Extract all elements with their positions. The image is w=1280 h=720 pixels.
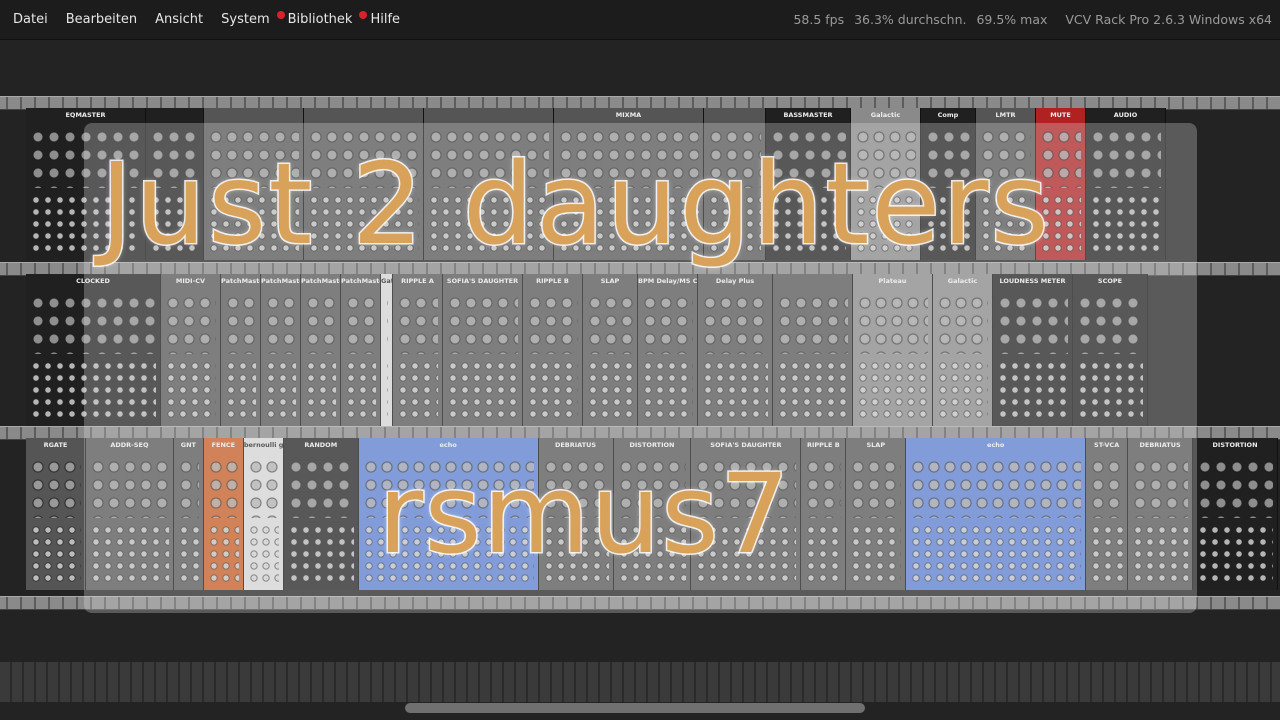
- module-name: Galactic: [870, 111, 901, 119]
- menu-datei[interactable]: Datei: [0, 0, 57, 40]
- notification-dot-icon: [276, 10, 285, 19]
- module-name: MIXMA: [615, 111, 642, 119]
- version-label: VCV Rack Pro 2.6.3 Windows x64: [1065, 12, 1272, 27]
- menu-system[interactable]: System: [212, 0, 278, 40]
- menu-bar: Datei Bearbeiten Ansicht System Biblioth…: [0, 0, 1280, 40]
- module-name: RGATE: [43, 441, 68, 449]
- notification-dot-icon: [359, 10, 368, 19]
- module-knobs[interactable]: [30, 458, 81, 518]
- menu-bearbeiten[interactable]: Bearbeiten: [57, 0, 146, 40]
- horizontal-scrollbar[interactable]: [405, 703, 865, 713]
- cpu-max-readout: 69.5% max: [976, 12, 1048, 27]
- overlay-title: Just 2 daughters: [99, 139, 1051, 272]
- menu-bibliothek[interactable]: Bibliothek: [276, 0, 362, 40]
- module-name: AUDIO: [1113, 111, 1138, 119]
- status-readout: 58.5 fps 36.3% durchschn. 69.5% max VCV …: [787, 0, 1272, 40]
- module-row3-15[interactable]: DISTORTION: [1193, 438, 1278, 590]
- module-name: BASSMASTER: [783, 111, 833, 119]
- module-name: Comp: [937, 111, 959, 119]
- module-knobs[interactable]: [1197, 458, 1273, 518]
- menu-ansicht[interactable]: Ansicht: [146, 0, 212, 40]
- rack-empty-rows: [0, 662, 1280, 702]
- menu-hilfe[interactable]: Hilfe: [359, 0, 409, 40]
- module-name: MUTE: [1050, 111, 1071, 119]
- module-name: EQMASTER: [65, 111, 106, 119]
- cpu-average-readout: 36.3% durchschn.: [854, 12, 967, 27]
- module-jacks[interactable]: [1197, 524, 1273, 584]
- overlay-author: rsmus7: [377, 449, 792, 580]
- module-name: LMTR: [995, 111, 1016, 119]
- module-name: DISTORTION: [1212, 441, 1258, 449]
- module-row3-0[interactable]: RGATE: [26, 438, 86, 590]
- module-jacks[interactable]: [30, 524, 81, 584]
- fps-readout: 58.5 fps: [793, 12, 845, 27]
